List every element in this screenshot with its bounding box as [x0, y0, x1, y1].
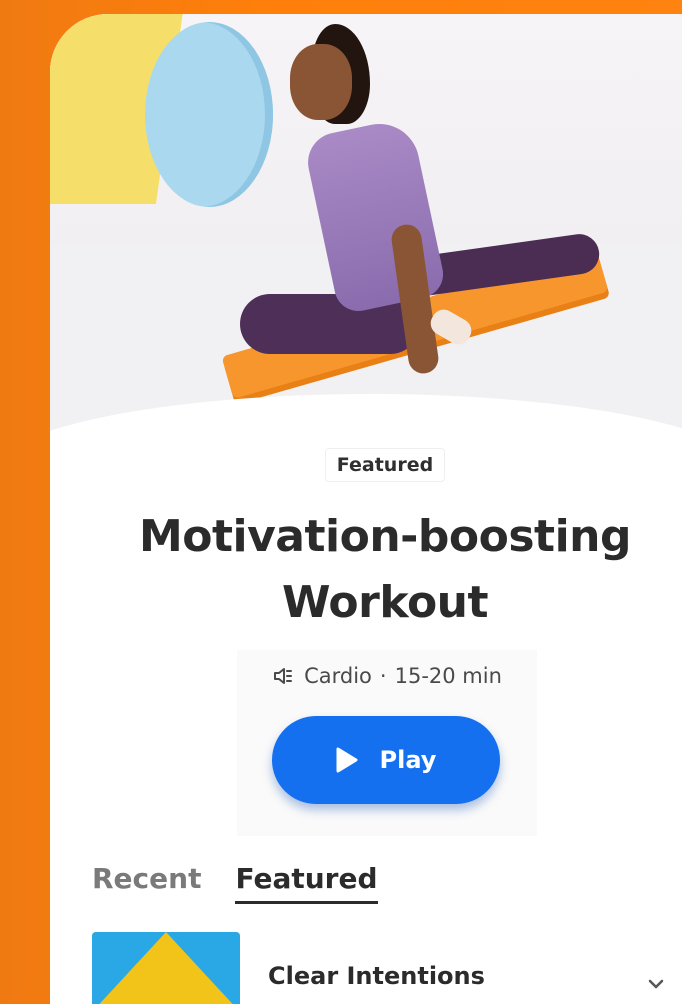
- play-area: Cardio · 15-20 min Play: [237, 650, 537, 836]
- hero-blue-circle: [145, 22, 273, 207]
- speaker-icon: [274, 668, 293, 684]
- play-icon: [336, 747, 358, 773]
- tab-recent[interactable]: Recent: [92, 862, 201, 904]
- hero-image: [50, 14, 682, 454]
- list-item-thumbnail: [92, 932, 240, 1004]
- workout-duration: 15-20 min: [394, 664, 502, 688]
- hero-figure-head: [290, 44, 352, 120]
- thumbnail-shape-left: [92, 932, 166, 1004]
- chevron-down-icon[interactable]: [646, 974, 666, 994]
- tab-bar: Recent Featured: [92, 862, 378, 904]
- list-item-title: Clear Intentions: [268, 962, 485, 990]
- workout-category: Cardio: [304, 664, 372, 688]
- content-card: Featured Motivation-boosting Workout Car…: [50, 14, 682, 1004]
- tab-featured[interactable]: Featured: [235, 862, 378, 904]
- featured-badge: Featured: [325, 448, 445, 482]
- play-button[interactable]: Play: [272, 716, 500, 804]
- list-item[interactable]: Clear Intentions: [92, 930, 682, 1004]
- play-button-label: Play: [379, 746, 437, 774]
- workout-meta: Cardio · 15-20 min: [237, 664, 537, 688]
- meta-separator: ·: [379, 664, 387, 688]
- workout-title: Motivation-boosting Workout: [138, 511, 632, 628]
- thumbnail-shape-right: [166, 932, 240, 1004]
